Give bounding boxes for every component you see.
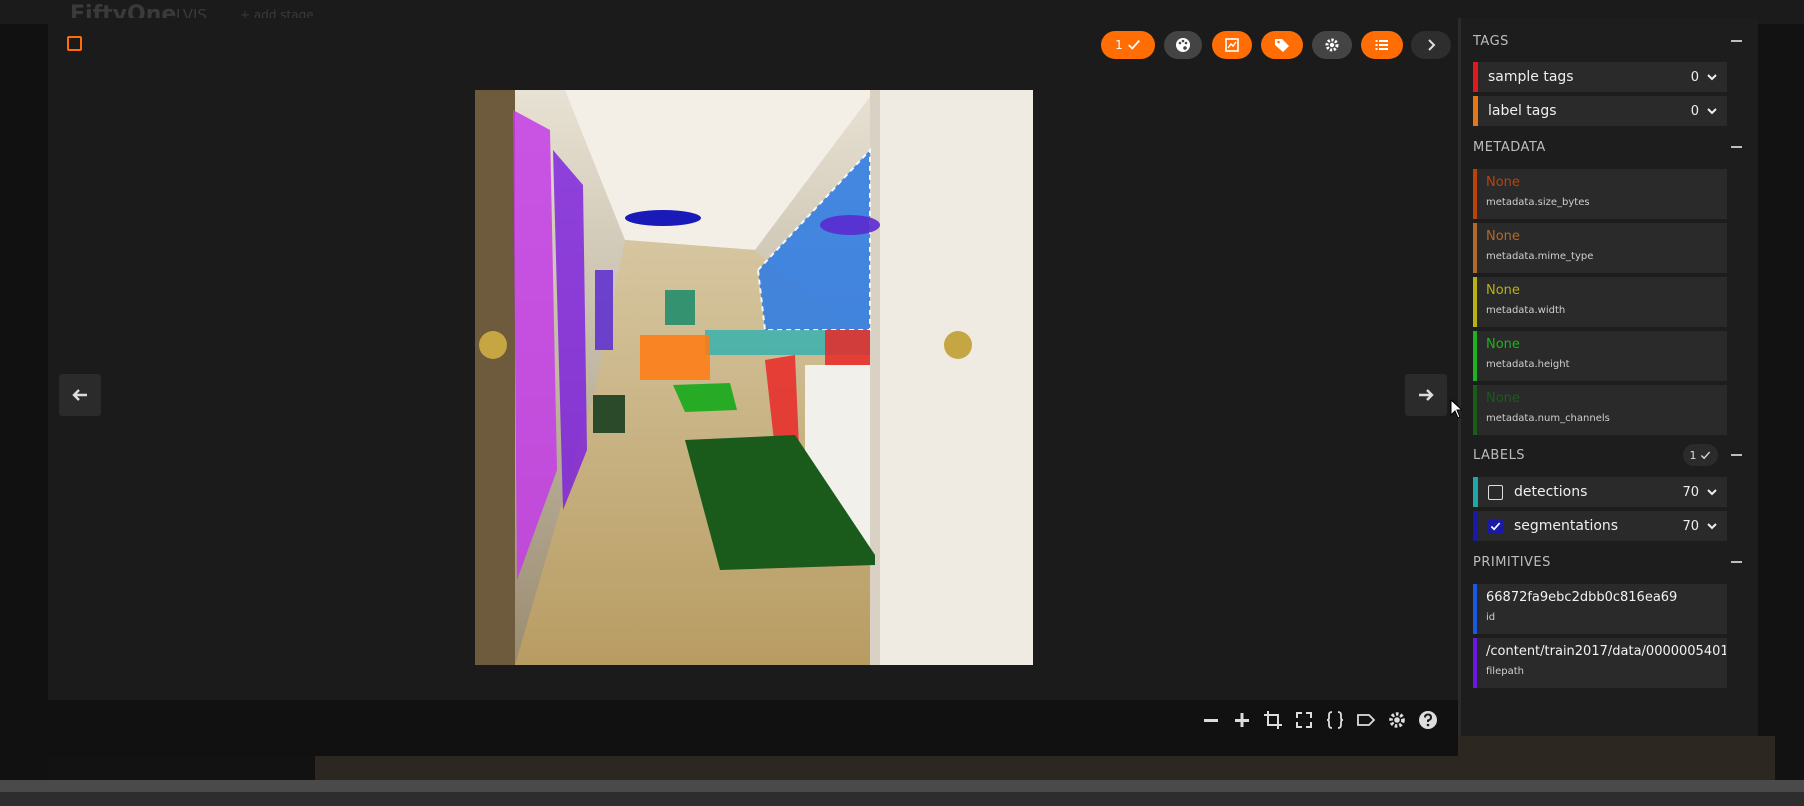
collapse-icon[interactable]: [1731, 561, 1742, 563]
sidebar-item-label: label tags: [1488, 103, 1557, 119]
gear-icon: [1325, 38, 1339, 52]
previous-sample-button[interactable]: [59, 374, 101, 416]
metadata-value: None: [1486, 175, 1520, 190]
metadata-field[interactable]: None metadata.width: [1473, 277, 1727, 327]
tag-icon: [1275, 39, 1289, 52]
metadata-section-title: METADATA: [1473, 139, 1546, 155]
modal-sidebar: TAGS sample tags 0 label tags 0 METADATA…: [1458, 18, 1758, 736]
selected-labels-badge-count: 1: [1689, 448, 1697, 462]
metadata-value: None: [1486, 229, 1520, 244]
metadata-key: metadata.size_bytes: [1486, 197, 1590, 208]
braces-icon: [1326, 711, 1343, 729]
image-canvas: [475, 90, 1033, 665]
metadata-key: metadata.mime_type: [1486, 251, 1594, 262]
expand-icon: [1295, 712, 1312, 728]
sidebar-item-count: 0: [1690, 69, 1699, 85]
fullscreen-button[interactable]: [1212, 31, 1252, 59]
crop-icon: [1263, 711, 1282, 729]
check-icon: [1127, 40, 1140, 50]
sidebar-item-label: segmentations: [1514, 518, 1619, 534]
fit-button[interactable]: [1293, 708, 1314, 732]
chevron-down-icon[interactable]: [1705, 519, 1719, 533]
metadata-section-header[interactable]: METADATA: [1473, 130, 1746, 164]
settings-button[interactable]: [1312, 31, 1352, 59]
json-button[interactable]: [1324, 708, 1345, 732]
primitive-value: 66872fa9ebc2dbb0c816ea69: [1486, 590, 1678, 605]
color-palette-button[interactable]: [1164, 31, 1202, 59]
chevron-down-icon[interactable]: [1705, 104, 1719, 118]
help-button[interactable]: [1417, 708, 1438, 732]
sidebar-toggle-button[interactable]: [1361, 31, 1403, 59]
selected-labels-count: 1: [1115, 38, 1123, 52]
image-frame-icon: [1225, 38, 1239, 52]
crop-button[interactable]: [1262, 708, 1283, 732]
sidebar-item-count: 70: [1682, 518, 1699, 534]
selected-labels-button[interactable]: 1: [1101, 31, 1155, 59]
check-icon: [1700, 451, 1711, 459]
image-controls: [1200, 708, 1438, 736]
collapse-icon[interactable]: [1731, 146, 1742, 148]
collapse-icon[interactable]: [1731, 454, 1742, 456]
arrow-left-icon: [72, 389, 87, 401]
image-settings-button[interactable]: [1386, 708, 1407, 732]
collapse-icon[interactable]: [1731, 40, 1742, 42]
metadata-key: metadata.height: [1486, 359, 1570, 370]
help-icon: [1418, 711, 1437, 729]
labels-section-title: LABELS: [1473, 447, 1526, 463]
mouse-cursor-icon: [1450, 399, 1462, 419]
gear-icon: [1388, 712, 1405, 728]
primitive-value: /content/train2017/data/0000005401...: [1486, 644, 1726, 659]
metadata-value: None: [1486, 337, 1520, 352]
zoom-out-button[interactable]: [1200, 708, 1221, 732]
plus-icon: [1234, 713, 1249, 727]
metadata-field[interactable]: None metadata.size_bytes: [1473, 169, 1727, 219]
sidebar-item-segmentations[interactable]: segmentations 70: [1473, 511, 1727, 541]
selected-labels-badge[interactable]: 1: [1682, 444, 1718, 466]
app-sidebar-background: [0, 24, 48, 784]
chevron-right-icon: [1428, 39, 1436, 51]
sidebar-item-label: sample tags: [1488, 69, 1574, 85]
sidebar-item-detections[interactable]: detections 70: [1473, 477, 1727, 507]
metadata-key: metadata.num_channels: [1486, 413, 1610, 424]
minus-icon: [1203, 719, 1218, 722]
metadata-field[interactable]: None metadata.num_channels: [1473, 385, 1727, 435]
sample-modal: 1: [48, 18, 1458, 756]
primitives-section-header[interactable]: PRIMITIVES: [1473, 545, 1746, 579]
chevron-down-icon[interactable]: [1705, 70, 1719, 84]
labels-section-header[interactable]: LABELS 1: [1473, 438, 1746, 472]
sidebar-item-sample-tags[interactable]: sample tags 0: [1473, 62, 1727, 92]
primitive-key: filepath: [1486, 666, 1524, 677]
segmentations-checkbox[interactable]: [1488, 518, 1503, 534]
next-sample-button[interactable]: [1405, 374, 1447, 416]
sidebar-item-label: detections: [1514, 484, 1588, 500]
label-icon: [1356, 714, 1375, 726]
next-sample-small-button[interactable]: [1411, 31, 1451, 59]
primitive-field-id[interactable]: 66872fa9ebc2dbb0c816ea69 id: [1473, 584, 1727, 634]
zoom-in-button[interactable]: [1231, 708, 1252, 732]
metadata-field[interactable]: None metadata.height: [1473, 331, 1727, 381]
label-toggle-button[interactable]: [1355, 708, 1376, 732]
metadata-value: None: [1486, 391, 1520, 406]
sidebar-item-count: 0: [1690, 103, 1699, 119]
tags-section-header[interactable]: TAGS: [1473, 24, 1746, 58]
list-icon: [1375, 40, 1388, 50]
select-sample-checkbox[interactable]: [67, 36, 82, 51]
chevron-down-icon[interactable]: [1705, 485, 1719, 499]
primitives-section-title: PRIMITIVES: [1473, 554, 1551, 570]
metadata-value: None: [1486, 283, 1520, 298]
primitive-key: id: [1486, 612, 1496, 623]
sidebar-item-label-tags[interactable]: label tags 0: [1473, 96, 1727, 126]
tags-section-title: TAGS: [1473, 33, 1509, 49]
check-icon: [1490, 522, 1501, 530]
detections-checkbox[interactable]: [1488, 484, 1503, 500]
metadata-key: metadata.width: [1486, 305, 1566, 316]
tag-button[interactable]: [1261, 31, 1303, 59]
arrow-right-icon: [1419, 389, 1434, 401]
sidebar-item-count: 70: [1682, 484, 1699, 500]
status-bar: [0, 780, 1804, 806]
sample-image[interactable]: [475, 90, 1033, 665]
palette-icon: [1176, 38, 1190, 52]
metadata-field[interactable]: None metadata.mime_type: [1473, 223, 1727, 273]
primitive-field-filepath[interactable]: /content/train2017/data/0000005401... fi…: [1473, 638, 1727, 688]
